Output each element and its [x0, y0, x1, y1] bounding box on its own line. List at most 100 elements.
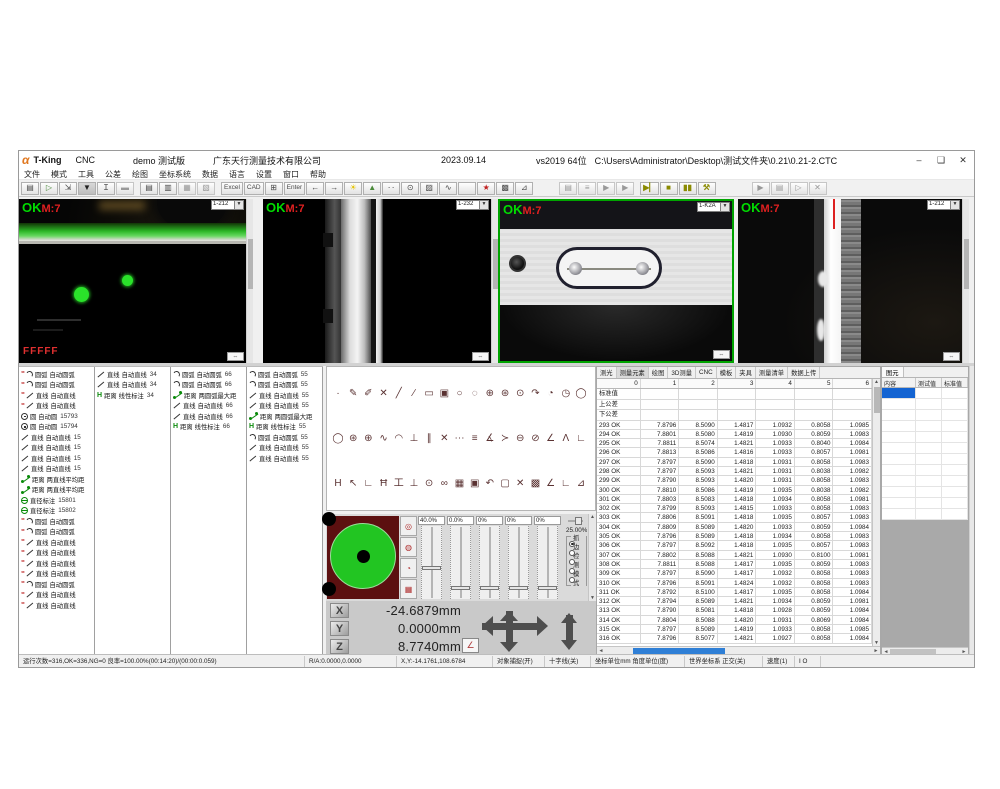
feature-list-item[interactable]: 距离两圆弧最大距 [171, 390, 246, 401]
feature-list-item[interactable]: 直线自动直线34 [95, 369, 170, 380]
measure-tool-icon[interactable]: ↶ [484, 477, 496, 490]
scrollbar-thumb[interactable] [964, 239, 969, 289]
scroll-up-icon[interactable]: ▲ [590, 514, 595, 520]
table-row[interactable]: 297 OK7.87978.50901.48181.09310.80581.09… [597, 458, 872, 467]
table-row[interactable]: 306 OK7.87978.50921.48181.09350.80571.09… [597, 541, 872, 550]
hatch-button[interactable]: ▨ [420, 182, 438, 195]
chart-button[interactable]: ⊿ [515, 182, 533, 195]
open-run-button[interactable]: ▶ [597, 182, 615, 195]
measure-tool-icon[interactable]: ○ [454, 387, 466, 400]
table-row[interactable]: 298 OK7.87978.50931.48211.09310.80381.09… [597, 467, 872, 476]
menu-item-设置[interactable]: 设置 [256, 169, 272, 180]
light-segment-button-3[interactable]: ◔ [400, 558, 417, 578]
measure-tool-icon[interactable]: ⊙ [423, 477, 435, 490]
element-row[interactable] [882, 487, 968, 498]
feature-list-item[interactable]: 直线自动直线34 [95, 380, 170, 391]
feature-list-item[interactable]: ***圆弧自动圆弧 [19, 380, 94, 391]
table-row[interactable]: 316 OK7.87968.50771.48211.09270.80581.09… [597, 634, 872, 643]
report-button[interactable]: ⊞ [265, 182, 283, 195]
table-row[interactable]: 304 OK7.88098.50891.48201.09330.80591.09… [597, 523, 872, 532]
measure-tool-icon[interactable]: ✕ [378, 387, 390, 400]
element-row[interactable] [882, 509, 968, 520]
table-row[interactable]: 295 OK7.88118.50741.48211.09330.80401.09… [597, 439, 872, 448]
feature-list-item[interactable]: ***直线自动直线 [19, 401, 94, 412]
radio-icon[interactable] [569, 559, 575, 565]
menu-item-模式[interactable]: 模式 [51, 169, 67, 180]
view-split-3-button[interactable]: ▦ [178, 182, 196, 195]
table-row[interactable]: 307 OK7.88028.50881.48211.09300.81001.09… [597, 551, 872, 560]
measure-tool-icon[interactable]: ✕ [438, 432, 450, 445]
nav-left-button[interactable]: ← [306, 182, 324, 195]
table-row[interactable]: 305 OK7.87968.50891.48181.09340.80581.09… [597, 532, 872, 541]
feature-list-item[interactable]: 直线自动直线55 [247, 443, 322, 454]
excel-export-button[interactable]: Excel [221, 182, 243, 195]
feature-list-item[interactable]: 圆弧自动圆弧55 [247, 369, 322, 380]
table-row[interactable]: 300 OK7.88108.50861.48191.09350.80381.09… [597, 486, 872, 495]
feature-list-item[interactable]: 圆自动圆15794 [19, 422, 94, 433]
slider-thumb[interactable] [451, 586, 470, 590]
move-button[interactable]: ⇲ [59, 182, 77, 195]
feature-list-item[interactable]: ***直线自动直线 [19, 558, 94, 569]
feature-list-item[interactable]: ***直线自动直线 [19, 569, 94, 580]
camera2-channel-select[interactable]: 1-232▼ [456, 200, 489, 210]
right-edge-scrollbar[interactable] [969, 366, 975, 656]
measure-tool-icon[interactable]: ∿ [378, 432, 390, 445]
table-row[interactable]: 314 OK7.88048.50881.48201.09310.80691.09… [597, 616, 872, 625]
table-row[interactable]: 302 OK7.87998.50931.48151.09330.80581.09… [597, 504, 872, 513]
measure-tool-icon[interactable]: ∕ [408, 387, 420, 400]
measure-tool-icon[interactable]: ✎ [347, 387, 359, 400]
feature-list-item[interactable]: ***直线自动直线 [19, 390, 94, 401]
feature-list-item[interactable]: ***圆弧自动圆弧 [19, 516, 94, 527]
tab-测量清单[interactable]: 测量清单 [756, 367, 788, 378]
feature-list-item[interactable]: 直线自动直线66 [171, 411, 246, 422]
measure-tool-icon[interactable]: Ħ [378, 477, 390, 490]
element-row[interactable] [882, 476, 968, 487]
slider-track[interactable] [479, 526, 500, 599]
camera1-scrollbar[interactable] [246, 199, 253, 363]
camera3-resize-handle[interactable]: ⇔ [713, 350, 730, 359]
measure-tool-icon[interactable]: 工 [393, 477, 405, 490]
tab-测光[interactable]: 测光 [597, 367, 617, 378]
table-row[interactable]: 301 OK7.88038.50831.48181.09340.80581.09… [597, 495, 872, 504]
feature-list-item[interactable]: ***直线自动直线 [19, 590, 94, 601]
element-row[interactable] [882, 443, 968, 454]
ring-light-indicator[interactable] [327, 516, 399, 599]
measure-tool-icon[interactable]: ◔ [545, 387, 557, 400]
measure-tool-icon[interactable]: ▦ [454, 477, 466, 490]
table-row[interactable]: 309 OK7.87978.50901.48171.09320.80581.09… [597, 569, 872, 578]
measure-tool-icon[interactable]: ⊙ [514, 387, 526, 400]
measure-tool-icon[interactable]: ◯ [575, 387, 587, 400]
element-row[interactable] [882, 399, 968, 410]
measure-tool-icon[interactable]: ◌ [469, 387, 481, 400]
options-scrollbar[interactable]: ▲▼ [588, 514, 596, 601]
slider-thumb[interactable] [575, 517, 582, 525]
slider-track[interactable] [537, 526, 558, 599]
slider-thumb[interactable] [509, 586, 528, 590]
menu-item-语言[interactable]: 语言 [229, 169, 245, 180]
feature-list-item[interactable]: 圆弧自动圆弧55 [247, 432, 322, 443]
radio-icon[interactable] [569, 577, 575, 583]
measure-tool-icon[interactable]: ◠ [393, 432, 405, 445]
feature-list-item[interactable]: ***直线自动直线 [19, 548, 94, 559]
measure-tool-icon[interactable]: ∟ [575, 432, 587, 445]
save-2-button[interactable]: ▤ [771, 182, 789, 195]
measure-tool-icon[interactable]: ∟ [362, 477, 374, 490]
measure-tool-icon[interactable]: ⊛ [499, 387, 511, 400]
feature-list-item[interactable]: 直线自动直线55 [247, 390, 322, 401]
brightness-slider[interactable] [568, 517, 583, 525]
table-row[interactable]: 299 OK7.87908.50931.48201.09310.80581.09… [597, 476, 872, 485]
measure-tool-icon[interactable]: ⊖ [514, 432, 526, 445]
menu-item-帮助[interactable]: 帮助 [310, 169, 326, 180]
dither-button[interactable]: ▩ [496, 182, 514, 195]
feature-list-item[interactable]: ***圆弧自动圆弧 [19, 579, 94, 590]
element-row[interactable] [882, 432, 968, 443]
measure-tool-icon[interactable]: ⊥ [408, 477, 420, 490]
menu-item-坐标系统[interactable]: 坐标系统 [159, 169, 191, 180]
camera2-scrollbar[interactable] [491, 199, 498, 363]
table-row[interactable]: 311 OK7.87928.51001.48171.09350.80581.09… [597, 588, 872, 597]
table-row[interactable]: 303 OK7.88068.50911.48181.09350.80571.09… [597, 513, 872, 522]
table-row[interactable]: 315 OK7.87978.50891.48191.09330.80581.09… [597, 625, 872, 634]
probe-button[interactable]: ▼ [78, 182, 96, 195]
table-row[interactable]: 293 OK7.87968.50901.48171.09320.80581.09… [597, 421, 872, 430]
table-row[interactable]: 310 OK7.87968.50911.48241.09320.80581.09… [597, 579, 872, 588]
